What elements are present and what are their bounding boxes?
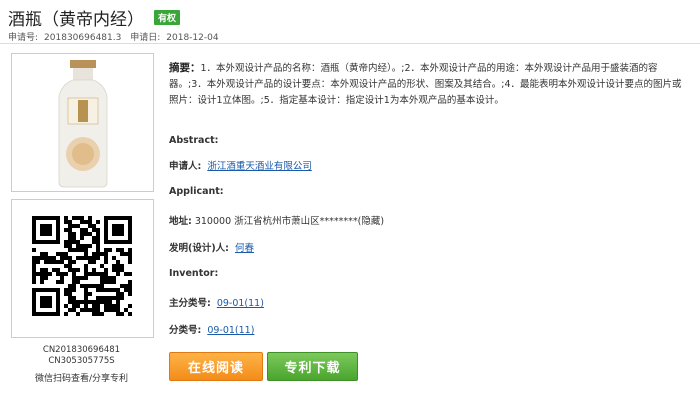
abstract-text: 1．本外观设计产品的名称：酒瓶（黄帝内经）。;2．本外观设计产品的用途：本外观设…: [169, 63, 682, 106]
main-class-link[interactable]: 09-01(11): [217, 298, 264, 309]
application-meta: 申请号: 201830696481.3 申请日: 2018-12-04: [8, 30, 225, 43]
divider: [0, 43, 700, 44]
inventor-link[interactable]: 何春: [235, 243, 254, 254]
class-link[interactable]: 09-01(11): [207, 325, 254, 336]
download-button[interactable]: 专利下载: [267, 352, 358, 381]
abstract-label: 摘要：: [169, 62, 201, 74]
abstract-en-label: Abstract:: [169, 135, 219, 146]
applicant-en-row: Applicant:: [169, 186, 224, 197]
application-no-label: 申请号:: [8, 33, 39, 43]
title-row: 酒瓶（黄帝内经） 有权: [8, 4, 181, 30]
address-label: 地址:: [169, 216, 192, 227]
inventor-en-label: Inventor:: [169, 268, 219, 279]
main-class-row: 主分类号: 09-01(11): [169, 295, 264, 309]
address-row: 地址: 310000 浙江省杭州市萧山区********(隐藏): [169, 213, 384, 227]
bottle-image: [58, 60, 108, 188]
status-badge: 有权: [154, 9, 181, 25]
qr-caption: 微信扫码查看/分享专利: [34, 374, 129, 384]
patent-code-1: CN201830696481: [42, 345, 121, 355]
class-row: 分类号: 09-01(11): [169, 322, 254, 336]
application-no: 201830696481.3: [44, 33, 122, 43]
abstract: 摘要：1．本外观设计产品的名称：酒瓶（黄帝内经）。;2．本外观设计产品的用途：本…: [169, 60, 689, 109]
inventor-en-row: Inventor:: [169, 268, 218, 279]
main-class-label: 主分类号:: [169, 298, 211, 309]
applicant-label: 申请人:: [169, 161, 202, 172]
page-title: 酒瓶（黄帝内经）: [8, 9, 144, 30]
application-date-label: 申请日:: [130, 33, 161, 43]
qr-code-frame[interactable]: [11, 199, 154, 338]
read-online-button[interactable]: 在线阅读: [169, 352, 263, 381]
qr-code: [32, 216, 132, 316]
inventor-label: 发明(设计)人:: [169, 243, 229, 254]
class-label: 分类号:: [169, 325, 202, 336]
applicant-link[interactable]: 浙江酒重天酒业有限公司: [207, 161, 312, 172]
inventor-row: 发明(设计)人: 何春: [169, 240, 254, 254]
product-image-frame[interactable]: [11, 53, 154, 192]
applicant-row: 申请人: 浙江酒重天酒业有限公司: [169, 158, 312, 172]
abstract-en-row: Abstract:: [169, 135, 218, 146]
patent-code-2: CN305305775S: [48, 356, 115, 366]
application-date: 2018-12-04: [166, 33, 219, 43]
address-value: 310000 浙江省杭州市萧山区********(隐藏): [194, 216, 385, 227]
applicant-en-label: Applicant:: [169, 186, 224, 197]
